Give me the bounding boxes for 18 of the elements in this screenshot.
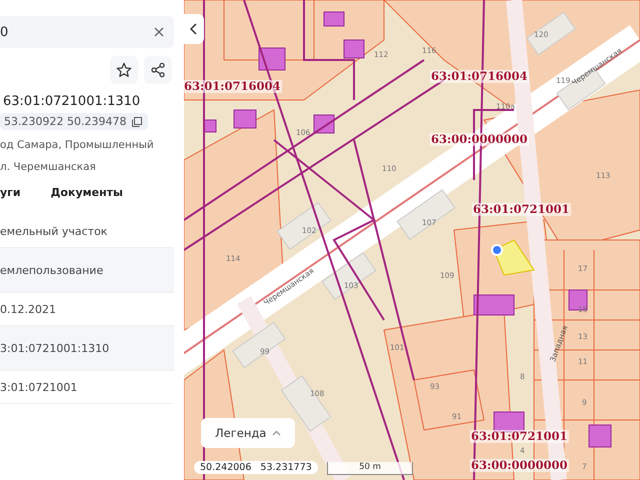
coordinates-chip[interactable]: 53.230922 50.239478: [0, 113, 148, 130]
cadastral-label: 63:00:0000000: [430, 133, 529, 146]
cadastral-label: 63:01:0716004: [184, 80, 282, 93]
tab[interactable]: Документы: [50, 186, 123, 199]
legend-button[interactable]: Легенда: [201, 418, 296, 448]
cadastral-label: 63:00:0000000: [470, 459, 569, 472]
address-line: од Самара, Промышленный: [0, 138, 155, 153]
info-row: емлепользование: [0, 248, 174, 293]
cadastral-label: 63:01:0716004: [430, 70, 529, 83]
info-row: 3:01:0721001:1310: [0, 326, 174, 371]
search-field[interactable]: 0: [0, 16, 174, 48]
tab[interactable]: уги: [0, 186, 21, 199]
parcel-number: 63:01:0721001:1310: [3, 94, 142, 109]
address-line: л. Черемшанская: [0, 160, 97, 175]
scale-bar: 50 m: [327, 462, 413, 475]
cadastral-label: 63:01:0721001: [472, 203, 571, 216]
cursor-coordinates: 50.242006 53.231773: [194, 461, 318, 474]
cadastral-label: 63:01:0721001: [470, 430, 569, 443]
